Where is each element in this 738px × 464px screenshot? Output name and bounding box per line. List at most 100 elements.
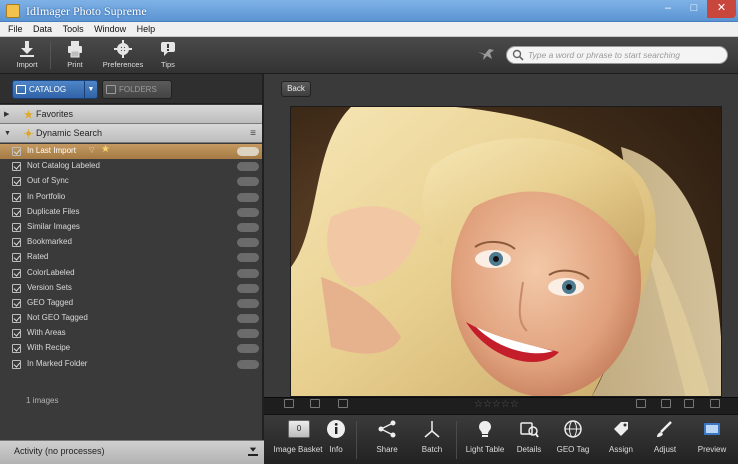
info-button[interactable]: Info xyxy=(324,419,348,454)
list-item-label: In Marked Folder xyxy=(27,358,88,368)
crop-icon[interactable] xyxy=(684,399,694,408)
light-table-button[interactable]: Light Table xyxy=(462,419,508,454)
toolbar-separator xyxy=(356,421,357,459)
import-button[interactable]: Import xyxy=(4,40,50,72)
list-item[interactable]: In Marked Folder xyxy=(0,357,262,372)
list-item[interactable]: Not Catalog Labeled xyxy=(0,159,262,174)
checkbox-icon[interactable] xyxy=(12,192,21,202)
loupe-icon[interactable] xyxy=(636,399,646,408)
menu-data[interactable]: Data xyxy=(33,22,52,37)
list-item-label: Similar Images xyxy=(27,221,80,231)
maximize-button[interactable]: □ xyxy=(681,0,707,18)
checkbox-icon[interactable] xyxy=(12,344,21,354)
grid-icon[interactable] xyxy=(661,399,671,408)
list-item[interactable]: GEO Tagged xyxy=(0,296,262,311)
activity-bar: Activity (no processes) xyxy=(0,440,264,464)
menu-tools[interactable]: Tools xyxy=(63,22,84,37)
search-box[interactable]: Type a word or phrase to start searching xyxy=(506,46,728,64)
preview-label: Preview xyxy=(697,445,727,454)
checkbox-icon[interactable] xyxy=(12,268,21,278)
search-placeholder[interactable]: Type a word or phrase to start searching xyxy=(528,50,680,60)
list-item[interactable]: Out of Sync xyxy=(0,174,262,189)
checkbox-icon[interactable] xyxy=(12,283,21,293)
geo-tag-button[interactable]: GEO Tag xyxy=(554,419,592,454)
count-pill xyxy=(237,207,259,217)
checkbox-icon[interactable] xyxy=(12,298,21,308)
portrait-image xyxy=(291,107,721,396)
tab-catalog[interactable]: CATALOG ▼ xyxy=(12,80,98,99)
details-button[interactable]: Details xyxy=(512,419,546,454)
zoom-fit-icon[interactable] xyxy=(284,399,294,408)
minimize-button[interactable]: – xyxy=(655,0,681,18)
list-item[interactable]: ColorLabeled xyxy=(0,266,262,281)
geo-tag-label: GEO Tag xyxy=(556,445,590,454)
info-label: Info xyxy=(329,445,343,454)
assign-icon xyxy=(614,422,628,436)
list-item[interactable]: In Portfolio xyxy=(0,190,262,205)
expand-arrow-icon[interactable]: ▼ xyxy=(4,124,11,143)
side-by-side-icon[interactable] xyxy=(310,399,320,408)
checkbox-icon[interactable] xyxy=(12,238,21,248)
batch-label: Batch xyxy=(421,445,443,454)
list-item-label: Rated xyxy=(27,252,49,262)
expand-arrow-icon[interactable]: ▶ xyxy=(4,105,9,124)
menu-window[interactable]: Window xyxy=(94,22,126,37)
back-button[interactable]: Back xyxy=(281,81,311,97)
count-pill xyxy=(237,298,259,308)
star-icon[interactable]: ★ xyxy=(101,144,110,155)
options-icon[interactable] xyxy=(710,399,720,408)
hamburger-icon[interactable]: ≡ xyxy=(250,124,256,143)
list-item[interactable]: Rated xyxy=(0,250,262,265)
geo-tag-icon xyxy=(564,420,582,438)
menu-help[interactable]: Help xyxy=(137,22,156,37)
rating-stars[interactable]: ☆☆☆☆☆ xyxy=(474,399,519,410)
list-item[interactable]: Version Sets xyxy=(0,281,262,296)
photo-preview[interactable] xyxy=(290,106,722,397)
list-item[interactable]: Not GEO Tagged xyxy=(0,311,262,326)
preferences-label: Preferences xyxy=(102,60,144,69)
tab-folders-label: FOLDERS xyxy=(119,85,157,94)
chevron-down-icon[interactable]: ▼ xyxy=(84,81,97,98)
print-icon xyxy=(68,41,82,58)
download-icon[interactable] xyxy=(248,446,258,456)
close-button[interactable]: ✕ xyxy=(707,0,736,18)
checkbox-icon[interactable] xyxy=(12,359,21,369)
list-item[interactable]: With Areas xyxy=(0,326,262,341)
checkbox-icon[interactable] xyxy=(12,147,21,156)
preview-button[interactable]: Preview xyxy=(692,419,732,454)
title-bar: IdImager Photo Supreme – □ ✕ xyxy=(0,0,738,22)
count-pill xyxy=(237,177,259,187)
tips-icon xyxy=(161,42,175,56)
list-item[interactable]: With Recipe xyxy=(0,341,262,356)
print-button[interactable]: Print xyxy=(52,40,98,72)
dynamic-search-list: In Last Import ▽ ★ Not Catalog Labeled O… xyxy=(0,144,262,372)
list-item-label: Not Catalog Labeled xyxy=(27,161,100,171)
adjust-button[interactable]: Adjust xyxy=(648,419,682,454)
section-dynamic-search[interactable]: ▼ Dynamic Search ≡ xyxy=(0,124,262,143)
checkbox-icon[interactable] xyxy=(12,207,21,217)
checkbox-icon[interactable] xyxy=(12,162,21,172)
share-button[interactable]: Share xyxy=(372,419,402,454)
star-icon xyxy=(24,110,33,119)
list-item[interactable]: Similar Images xyxy=(0,220,262,235)
catalog-icon xyxy=(16,85,26,94)
checkbox-icon[interactable] xyxy=(12,253,21,263)
checkbox-icon[interactable] xyxy=(12,314,21,324)
assign-button[interactable]: Assign xyxy=(604,419,638,454)
basket-counter[interactable]: 0 xyxy=(288,420,310,438)
section-favorites[interactable]: ▶ Favorites xyxy=(0,105,262,124)
checkbox-icon[interactable] xyxy=(12,222,21,232)
menu-file[interactable]: File xyxy=(8,22,23,37)
filter-icon[interactable]: ▽ xyxy=(89,146,94,154)
list-item[interactable]: Duplicate Files xyxy=(0,205,262,220)
preferences-button[interactable]: Preferences xyxy=(100,40,146,72)
list-item[interactable]: Bookmarked xyxy=(0,235,262,250)
list-item[interactable]: In Last Import ▽ ★ xyxy=(0,144,262,160)
checkbox-icon[interactable] xyxy=(12,177,21,187)
tab-folders[interactable]: FOLDERS xyxy=(102,80,172,99)
tips-button[interactable]: Tips xyxy=(145,40,191,72)
checkbox-icon[interactable] xyxy=(12,329,21,339)
count-pill xyxy=(237,268,259,278)
full-screen-icon[interactable] xyxy=(338,399,348,408)
batch-button[interactable]: Batch xyxy=(417,419,447,454)
